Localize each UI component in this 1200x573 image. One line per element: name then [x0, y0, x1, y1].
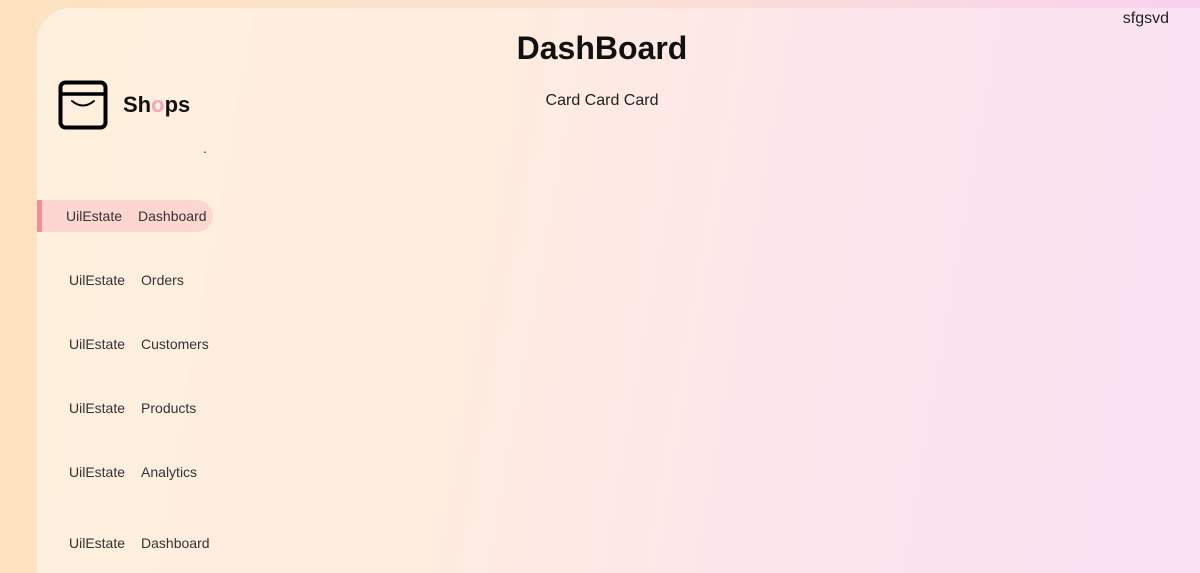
sidebar-item-customers[interactable]: UilEstate Customers	[37, 328, 209, 360]
sidebar-item-analytics[interactable]: UilEstate Analytics	[37, 456, 197, 488]
sidebar-item-label: Orders	[141, 272, 184, 288]
estate-icon: UilEstate	[66, 208, 123, 224]
sidebar-item-label: Dashboard	[138, 208, 207, 224]
sidebar-item-dashboard[interactable]: UilEstate Dashboard	[37, 200, 213, 232]
sidebar-item-dashboard-2[interactable]: UilEstate Dashboard	[37, 527, 210, 559]
sidebar-item-products[interactable]: UilEstate Products	[37, 392, 196, 424]
app-container: sfgsvd DashBoard Card Card Card Shops . …	[4, 8, 1200, 573]
sidebar-item-label: Dashboard	[141, 535, 210, 551]
user-name[interactable]: sfgsvd	[1123, 10, 1169, 28]
sidebar-nav: UilEstate Dashboard UilEstate Orders Uil…	[37, 8, 237, 573]
sidebar-item-label: Products	[141, 400, 197, 416]
sidebar-item-label: Customers	[141, 336, 209, 352]
sidebar-item-label: Analytics	[141, 464, 198, 480]
estate-icon: UilEstate	[69, 535, 126, 551]
estate-icon: UilEstate	[69, 272, 126, 288]
estate-icon: UilEstate	[69, 336, 126, 352]
estate-icon: UilEstate	[69, 400, 126, 416]
sidebar-item-orders[interactable]: UilEstate Orders	[37, 264, 184, 296]
estate-icon: UilEstate	[69, 464, 126, 480]
